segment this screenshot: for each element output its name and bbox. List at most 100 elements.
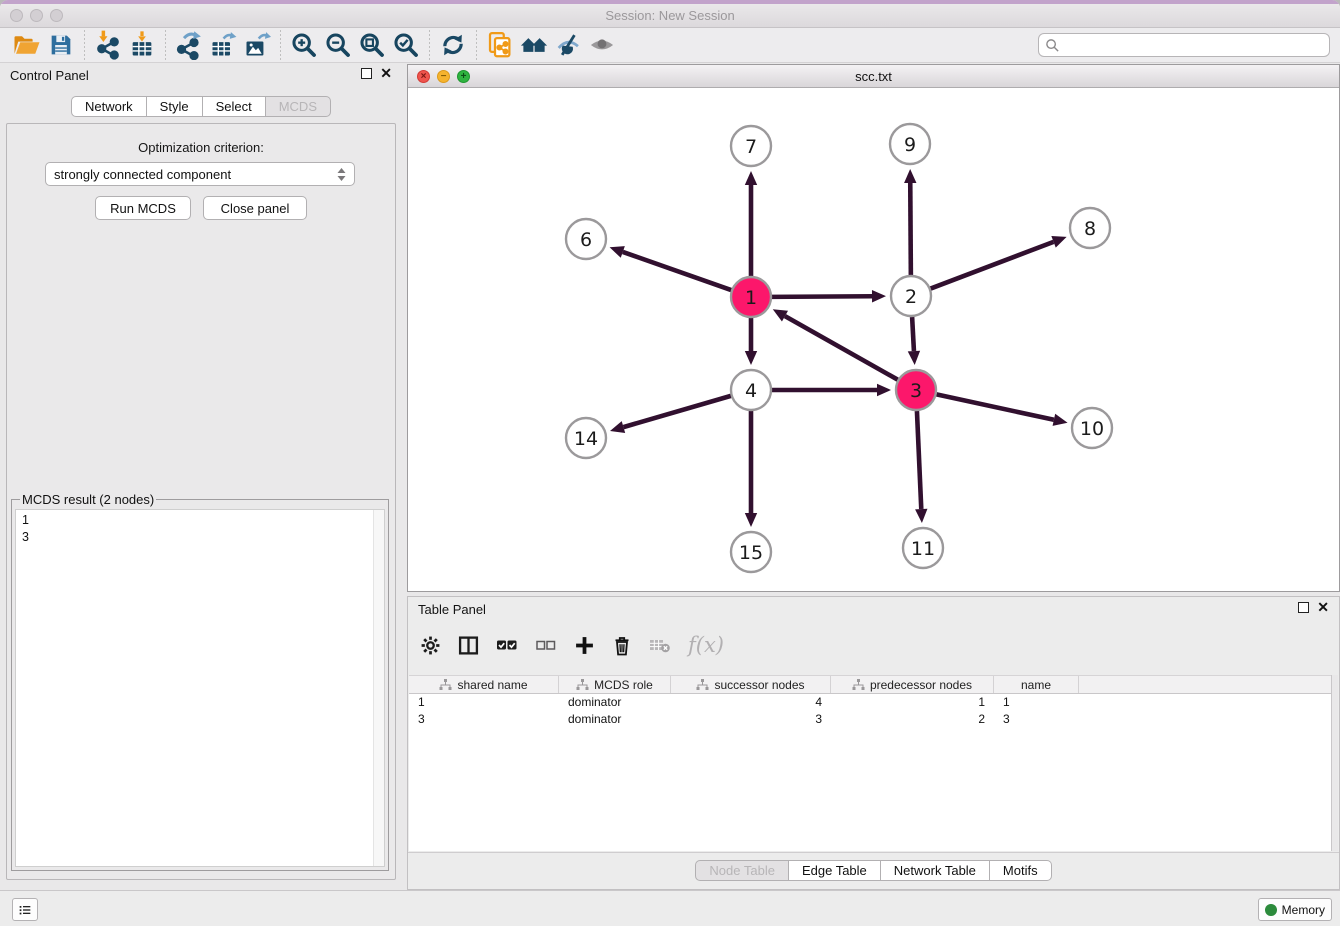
mcds-result-values: 1 3 [22, 512, 29, 546]
toolbar-separator [429, 30, 430, 60]
result-scrollbar[interactable] [373, 510, 384, 866]
import-table-icon[interactable] [125, 30, 159, 60]
memory-button[interactable]: Memory [1258, 898, 1332, 921]
tab-select[interactable]: Select [203, 96, 266, 117]
table-tab-edge-table[interactable]: Edge Table [789, 860, 881, 881]
cyndex-browser-icon[interactable] [517, 30, 551, 60]
table-tab-node-table[interactable]: Node Table [695, 860, 789, 881]
zoom-selected-icon[interactable] [389, 30, 423, 60]
memory-label: Memory [1282, 903, 1325, 917]
network-window-controls[interactable]: × − + [417, 70, 470, 83]
column-header-shared-name[interactable]: shared name [409, 676, 559, 693]
close-window-icon[interactable] [10, 9, 23, 22]
graph-edge-2-9[interactable] [910, 183, 911, 275]
deselect-all-icon[interactable] [535, 630, 557, 660]
close-table-panel-icon[interactable]: ✕ [1317, 602, 1329, 613]
optimization-criterion-select[interactable]: strongly connected component [45, 162, 355, 186]
graph-edge-4-14[interactable] [623, 396, 730, 427]
tab-network[interactable]: Network [71, 96, 147, 117]
table-row[interactable]: 3dominator323 [409, 711, 1338, 728]
select-all-icon[interactable] [496, 630, 518, 660]
export-network-icon[interactable] [172, 30, 206, 60]
network-window-title: scc.txt [408, 65, 1339, 88]
toggle-panel-columns-icon[interactable] [458, 630, 479, 660]
graph-edge-arrowhead [877, 384, 891, 396]
table-tab-motifs[interactable]: Motifs [990, 860, 1052, 881]
table-scrollbar[interactable] [1331, 675, 1338, 851]
fit-content-icon[interactable] [355, 30, 389, 60]
search-input[interactable] [1060, 37, 1323, 54]
graph-edge-1-6[interactable] [623, 252, 731, 290]
table-cell: 1 [831, 694, 994, 711]
graph-edge-2-3[interactable] [912, 317, 914, 351]
optimization-criterion-label: Optimization criterion: [7, 140, 395, 155]
graph-edge-arrowhead [908, 351, 920, 365]
table-tabs: Node TableEdge TableNetwork TableMotifs [408, 860, 1339, 881]
maximize-network-icon[interactable]: + [457, 70, 470, 83]
close-panel-button[interactable]: Close panel [203, 196, 307, 220]
graph-edge-2-8[interactable] [931, 242, 1054, 289]
table-cell: 4 [671, 694, 831, 711]
add-column-icon[interactable] [574, 630, 595, 660]
table-cell: dominator [559, 694, 671, 711]
window-controls[interactable] [10, 9, 70, 27]
column-header-predecessor-nodes[interactable]: predecessor nodes [831, 676, 994, 693]
attribute-type-icon [696, 679, 709, 691]
open-file-icon[interactable] [10, 30, 44, 60]
graph-edge-arrowhead [610, 421, 625, 433]
float-panel-icon[interactable] [361, 68, 372, 79]
tab-style[interactable]: Style [147, 96, 203, 117]
import-network-icon[interactable] [91, 30, 125, 60]
maximize-window-icon[interactable] [50, 9, 63, 22]
minimize-window-icon[interactable] [30, 9, 43, 22]
task-history-button[interactable] [12, 898, 38, 921]
toolbar-separator [476, 30, 477, 60]
close-network-icon[interactable]: × [417, 70, 430, 83]
graph-node-label: 3 [910, 380, 922, 402]
graph-node-label: 8 [1084, 218, 1096, 240]
column-label: predecessor nodes [870, 678, 972, 692]
status-bar: Memory [0, 890, 1340, 926]
close-panel-icon[interactable]: ✕ [380, 68, 392, 79]
float-table-panel-icon[interactable] [1298, 602, 1309, 613]
table-cell: 3 [409, 711, 559, 728]
tab-mcds[interactable]: MCDS [266, 96, 331, 117]
network-canvas[interactable]: 7968124314101511 [408, 88, 1339, 591]
table-tab-network-table[interactable]: Network Table [881, 860, 990, 881]
zoom-out-icon[interactable] [321, 30, 355, 60]
minimize-network-icon[interactable]: − [437, 70, 450, 83]
toolbar-separator [84, 30, 85, 60]
column-header-MCDS-role[interactable]: MCDS role [559, 676, 671, 693]
graph-node-label: 7 [745, 136, 757, 158]
table-header-row: shared nameMCDS rolesuccessor nodes prede… [409, 675, 1338, 694]
save-session-icon[interactable] [44, 30, 78, 60]
column-header-name[interactable]: name [994, 676, 1079, 693]
copy-network-icon[interactable] [483, 30, 517, 60]
table-cell: 3 [671, 711, 831, 728]
column-header-successor-nodes[interactable]: successor nodes [671, 676, 831, 693]
graph-node-label: 14 [574, 428, 598, 450]
graph-edge-1-2[interactable] [772, 296, 872, 297]
graph-edge-3-1[interactable] [785, 316, 898, 380]
search-field[interactable] [1038, 33, 1330, 57]
column-label: name [1021, 678, 1051, 692]
table-row[interactable]: 1dominator411 [409, 694, 1338, 711]
hide-graphics-details-icon[interactable] [551, 30, 585, 60]
export-image-icon[interactable] [240, 30, 274, 60]
delete-column-trash-icon[interactable] [612, 630, 632, 660]
graph-edge-3-10[interactable] [937, 394, 1054, 419]
show-graphics-details-icon[interactable] [585, 30, 619, 60]
run-mcds-button[interactable]: Run MCDS [95, 196, 191, 220]
export-table-icon[interactable] [206, 30, 240, 60]
main-toolbar [0, 28, 1340, 63]
graph-edge-arrowhead [745, 171, 757, 185]
attribute-type-icon [852, 679, 865, 691]
refresh-view-icon[interactable] [436, 30, 470, 60]
zoom-in-icon[interactable] [287, 30, 321, 60]
graph-edge-3-11[interactable] [917, 411, 921, 509]
mcds-result-title: MCDS result (2 nodes) [20, 492, 156, 507]
mcds-result-textarea[interactable]: 1 3 [15, 509, 385, 867]
table-toolbar: f(x) [420, 623, 724, 667]
column-settings-gear-icon[interactable] [420, 630, 441, 660]
graph-edge-arrowhead [745, 351, 757, 365]
